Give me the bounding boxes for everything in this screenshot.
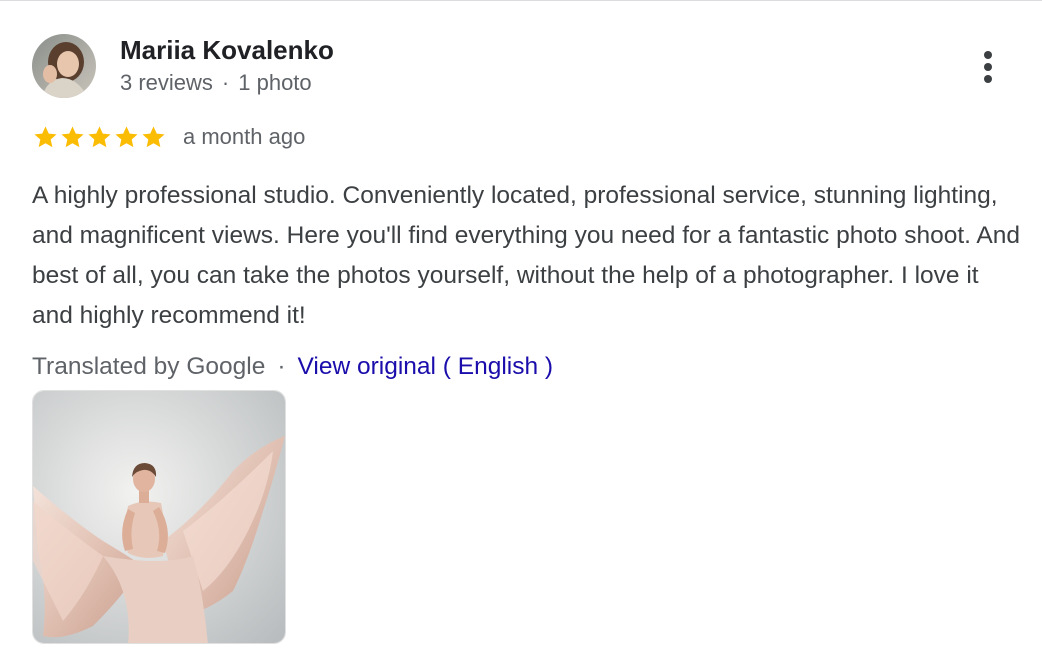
star-icon <box>115 125 138 147</box>
photo-thumbnail-icon <box>33 391 285 643</box>
star-icon <box>88 125 111 147</box>
more-options-button[interactable] <box>974 48 1002 86</box>
star-rating <box>32 124 167 151</box>
author-name[interactable]: Mariia Kovalenko <box>120 35 334 66</box>
author-avatar[interactable] <box>32 34 96 98</box>
avatar-image-icon <box>32 34 96 98</box>
view-original-link[interactable]: View original ( English ) <box>298 353 554 380</box>
author-photos-count: 1 photo <box>238 70 312 95</box>
translation-separator: · <box>277 353 286 380</box>
more-vert-icon <box>984 51 992 59</box>
author-meta: 3 reviews · 1 photo <box>120 70 312 96</box>
star-icon <box>61 125 84 147</box>
meta-separator: · <box>221 70 230 95</box>
review-photo[interactable] <box>32 390 286 644</box>
translated-by-label: Translated by Google <box>32 353 266 380</box>
translation-row: Translated by Google · View original ( Eng… <box>32 353 553 381</box>
rating-row: a month ago <box>32 122 305 152</box>
more-vert-icon-dot <box>984 75 992 83</box>
star-icon <box>34 125 57 147</box>
review-text: A highly professional studio. Convenient… <box>32 182 1020 329</box>
author-reviews-count: 3 reviews <box>120 70 213 95</box>
more-vert-icon-dot <box>984 63 992 71</box>
review-date: a month ago <box>183 124 306 149</box>
review-card: Mariia Kovalenko 3 reviews · 1 photo a mon… <box>0 0 1042 668</box>
star-icon <box>142 125 165 147</box>
